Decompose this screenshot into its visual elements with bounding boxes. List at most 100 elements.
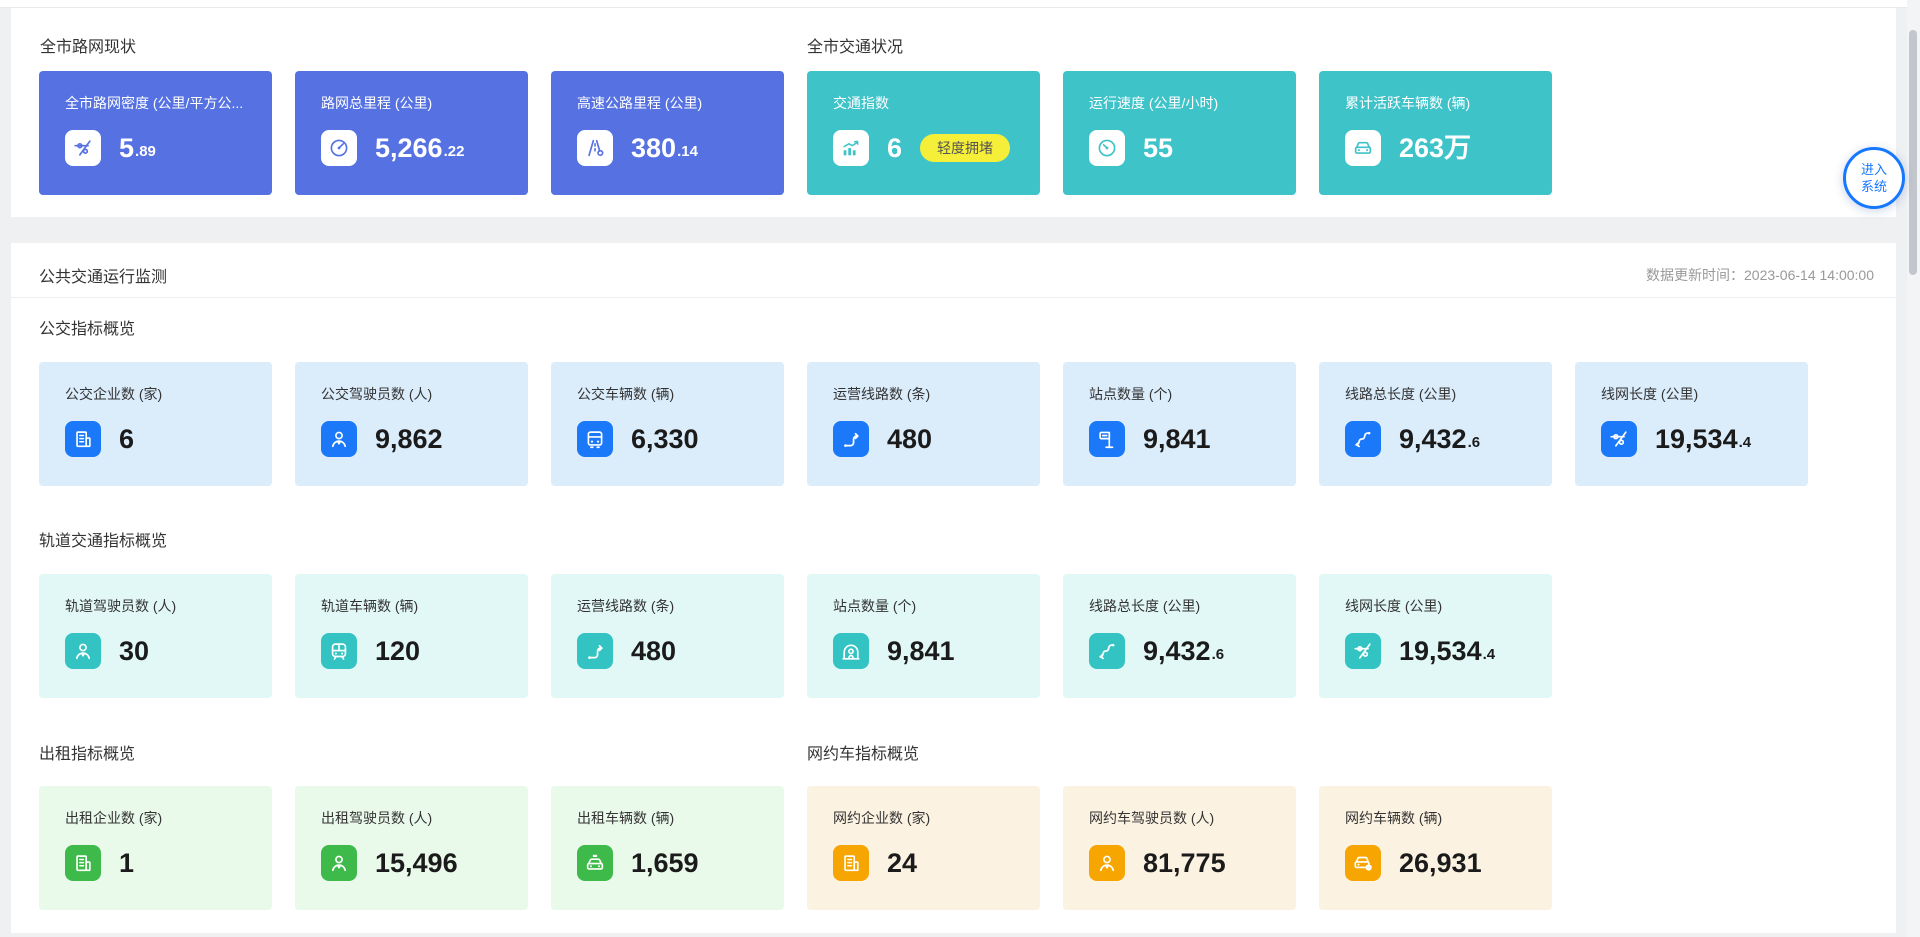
route-icon [833, 421, 869, 457]
route-length-icon [1345, 421, 1381, 457]
car-service-icon [1345, 845, 1381, 881]
enter-system-label-line2: 系统 [1861, 178, 1887, 195]
stat-card-taxi-drivers: 出租驾驶员数 (人) 15,496 [295, 786, 528, 910]
road-network-icon [1601, 421, 1637, 457]
stat-value: 380 [631, 133, 676, 163]
stat-card-active-vehicles: 累计活跃车辆数 (辆) 263万 [1319, 71, 1552, 195]
stat-value: 9,432 [1143, 636, 1211, 666]
stat-value-decimal: .6 [1212, 646, 1225, 663]
stat-card-bus-vehicles: 公交车辆数 (辆) 6,330 [551, 362, 784, 486]
stat-value: 120 [375, 636, 420, 666]
stat-value: 480 [631, 636, 676, 666]
stat-label: 出租车辆数 (辆) [577, 809, 776, 828]
stat-value: 15,496 [375, 848, 458, 878]
section-title-taxi: 出租指标概览 [39, 746, 135, 764]
stat-card-ride-vehicles: 网约车辆数 (辆) 26,931 [1319, 786, 1552, 910]
stat-card-rail-route-length: 线路总长度 (公里) 9,432.6 [1063, 574, 1296, 698]
stat-label: 累计活跃车辆数 (辆) [1345, 94, 1544, 113]
stat-card-bus-companies: 公交企业数 (家) 6 [39, 362, 272, 486]
stat-label: 线路总长度 (公里) [1089, 597, 1288, 616]
bus-icon [577, 421, 613, 457]
top-edge-strip [0, 0, 1920, 8]
metro-icon [321, 633, 357, 669]
stat-label: 出租驾驶员数 (人) [321, 809, 520, 828]
driver-icon [65, 633, 101, 669]
stat-label: 高速公路里程 (公里) [577, 94, 776, 113]
stat-value: 19,534 [1655, 424, 1738, 454]
stat-card-bus-drivers: 公交驾驶员数 (人) 9,862 [295, 362, 528, 486]
stat-value: 9,432 [1399, 424, 1467, 454]
stat-label: 网约车辆数 (辆) [1345, 809, 1544, 828]
section-title-road-network: 全市路网现状 [40, 39, 136, 57]
stat-value: 480 [887, 424, 932, 454]
dashboard-page: { "road": { "title": "全市路网现状", "cards": … [0, 0, 1920, 937]
stat-value: 9,862 [375, 424, 443, 454]
stat-value: 5 [119, 133, 134, 163]
stat-card-running-speed: 运行速度 (公里/小时) 55 [1063, 71, 1296, 195]
company-icon [65, 845, 101, 881]
enter-system-button[interactable]: 进入 系统 [1843, 147, 1905, 209]
stat-value-decimal: .89 [135, 143, 156, 160]
congestion-badge: 轻度拥堵 [920, 134, 1010, 162]
stat-card-rail-vehicles: 轨道车辆数 (辆) 120 [295, 574, 528, 698]
stat-value: 6,330 [631, 424, 699, 454]
section-title-bus: 公交指标概览 [39, 321, 135, 339]
stat-label: 路网总里程 (公里) [321, 94, 520, 113]
overview-panel: 全市路网现状 全市交通状况 全市路网密度 (公里/平方公... 5.89 路网总… [11, 8, 1896, 217]
section-title-ride-hailing: 网约车指标概览 [807, 746, 919, 764]
stat-label: 站点数量 (个) [1089, 385, 1288, 404]
stat-card-traffic-index: 交通指数 6 轻度拥堵 [807, 71, 1040, 195]
monitor-panel-title: 公共交通运行监测 [39, 263, 167, 287]
stat-card-bus-stops: 站点数量 (个) 9,841 [1063, 362, 1296, 486]
stat-value: 30 [119, 636, 149, 666]
stat-label: 网约车驾驶员数 (人) [1089, 809, 1288, 828]
highway-icon [577, 130, 613, 166]
stat-label: 轨道车辆数 (辆) [321, 597, 520, 616]
trend-chart-icon [833, 130, 869, 166]
stat-card-rail-lines: 运营线路数 (条) 480 [551, 574, 784, 698]
stat-card-bus-network-length: 线网长度 (公里) 19,534.4 [1575, 362, 1808, 486]
monitor-panel: 公共交通运行监测 数据更新时间：2023-06-14 14:00:00 公交指标… [11, 243, 1896, 933]
stat-card-rail-network-length: 线网长度 (公里) 19,534.4 [1319, 574, 1552, 698]
road-network-icon [1345, 633, 1381, 669]
stat-value: 9,841 [887, 636, 955, 666]
header-divider [11, 297, 1896, 298]
driver-icon [321, 845, 357, 881]
stat-label: 公交驾驶员数 (人) [321, 385, 520, 404]
stat-value-decimal: .22 [444, 143, 465, 160]
ride-hailing-cards-row: 网约企业数 (家) 24 网约车驾驶员数 (人) 81,775 网约车辆数 (辆… [807, 786, 1552, 910]
road-network-icon [65, 130, 101, 166]
overview-cards-row: 全市路网密度 (公里/平方公... 5.89 路网总里程 (公里) 5,266.… [39, 71, 1552, 195]
car-icon [1345, 130, 1381, 166]
stat-value-decimal: .14 [677, 143, 698, 160]
stat-label: 轨道驾驶员数 (人) [65, 597, 264, 616]
stat-value-decimal: .6 [1468, 434, 1481, 451]
scrollbar-track[interactable] [1907, 0, 1920, 937]
stat-value: 263万 [1399, 133, 1471, 163]
stat-label: 线路总长度 (公里) [1345, 385, 1544, 404]
stat-value: 19,534 [1399, 636, 1482, 666]
stat-label: 出租企业数 (家) [65, 809, 264, 828]
stat-value: 9,841 [1143, 424, 1211, 454]
stat-card-rail-drivers: 轨道驾驶员数 (人) 30 [39, 574, 272, 698]
taxi-icon [577, 845, 613, 881]
stat-value: 6 [887, 133, 902, 163]
driver-icon [321, 421, 357, 457]
stat-label: 线网长度 (公里) [1601, 385, 1800, 404]
scrollbar-thumb[interactable] [1909, 30, 1917, 275]
stat-value: 5,266 [375, 133, 443, 163]
stat-card-road-mileage: 路网总里程 (公里) 5,266.22 [295, 71, 528, 195]
section-title-traffic-status: 全市交通状况 [807, 39, 903, 57]
route-length-icon [1089, 633, 1125, 669]
stat-card-taxi-vehicles: 出租车辆数 (辆) 1,659 [551, 786, 784, 910]
stat-value: 26,931 [1399, 848, 1482, 878]
stat-card-ride-drivers: 网约车驾驶员数 (人) 81,775 [1063, 786, 1296, 910]
stat-value: 6 [119, 424, 134, 454]
stat-label: 公交企业数 (家) [65, 385, 264, 404]
stat-value: 1 [119, 848, 134, 878]
stat-card-rail-stations: 站点数量 (个) 9,841 [807, 574, 1040, 698]
route-icon [577, 633, 613, 669]
stat-value: 1,659 [631, 848, 699, 878]
stat-label: 全市路网密度 (公里/平方公... [65, 94, 264, 113]
stat-card-ride-companies: 网约企业数 (家) 24 [807, 786, 1040, 910]
